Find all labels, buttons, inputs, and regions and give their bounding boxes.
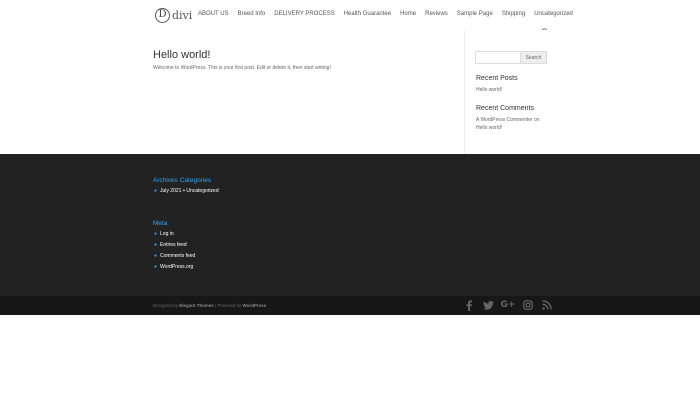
nav-item-shipping[interactable]: Shipping: [502, 11, 525, 17]
credit-prefix: Designed by: [153, 303, 179, 308]
recent-post-link[interactable]: Hello world!: [476, 87, 502, 93]
site-footer: [0, 154, 700, 296]
bullet-icon: ●: [154, 242, 158, 248]
archives-heading: Archives Categories: [153, 177, 212, 184]
meta-link-comments-feed[interactable]: Comments feed: [160, 253, 195, 259]
footer-credits: Designed by Elegant Themes | Powered by …: [153, 303, 266, 308]
meta-heading: Meta: [153, 220, 168, 227]
footer-bottom-bar: [0, 296, 700, 315]
nav-item-about-us[interactable]: ABOUT US: [198, 11, 229, 17]
instagram-icon[interactable]: [522, 299, 534, 311]
recent-comment: A WordPress Commenter on: [476, 117, 540, 123]
site-header: D divi ABOUT US Breed Info DELIVERY PROC…: [0, 0, 700, 30]
google-plus-icon[interactable]: G+: [501, 299, 516, 311]
bullet-icon: ●: [154, 264, 158, 270]
sidebar-search: Search: [475, 51, 547, 64]
logo-text: divi: [172, 8, 193, 22]
site-logo[interactable]: D divi: [155, 7, 192, 23]
bullet-icon: ●: [154, 231, 158, 237]
credit-mid: | Powered by: [215, 303, 242, 308]
nav-item-home[interactable]: Home: [400, 11, 416, 17]
meta-item: ● Log in: [154, 231, 174, 237]
meta-link-wordpress-org[interactable]: WordPress.org: [160, 264, 193, 270]
post-excerpt: Welcome to WordPress. This is your first…: [153, 65, 331, 71]
archive-count-separator: +: [182, 188, 186, 194]
main-content: [0, 30, 700, 154]
category-link[interactable]: Uncategorized: [186, 188, 218, 194]
search-input[interactable]: [475, 51, 521, 64]
twitter-icon[interactable]: [482, 299, 494, 311]
main-nav: ABOUT US Breed Info DELIVERY PROCESS Hea…: [198, 11, 573, 17]
bullet-icon: ●: [154, 253, 158, 259]
bullet-icon: ●: [154, 188, 158, 194]
meta-link-entries-feed[interactable]: Entries feed: [160, 242, 187, 248]
nav-item-delivery-process[interactable]: DELIVERY PROCESS: [274, 11, 334, 17]
archives-list: ● July 2021 + Uncategorized: [154, 188, 219, 194]
meta-link-login[interactable]: Log in: [160, 231, 174, 237]
recent-posts-heading: Recent Posts: [476, 75, 518, 82]
facebook-icon[interactable]: [463, 299, 475, 311]
sidebar-divider: [464, 30, 465, 154]
meta-item: ● Comments feed: [154, 253, 195, 259]
search-button[interactable]: Search: [521, 51, 547, 64]
nav-item-breed-info[interactable]: Breed Info: [238, 11, 266, 17]
nav-item-sample-page[interactable]: Sample Page: [457, 11, 493, 17]
comment-author[interactable]: A WordPress Commenter: [476, 117, 533, 123]
recent-comments-heading: Recent Comments: [476, 105, 534, 112]
rss-icon[interactable]: [541, 299, 553, 311]
comment-on: on: [533, 117, 540, 123]
meta-item: ● WordPress.org: [154, 264, 193, 270]
nav-item-uncategorized[interactable]: Uncategorized: [534, 11, 573, 17]
comment-post-link[interactable]: Hello world!: [476, 125, 502, 131]
archive-link[interactable]: July 2021: [160, 188, 181, 194]
meta-item: ● Entries feed: [154, 242, 187, 248]
credit-theme-link[interactable]: Elegant Themes: [179, 303, 214, 308]
social-icons: G+: [463, 299, 553, 311]
nav-item-health-guarantee[interactable]: Health Guarantee: [344, 11, 391, 17]
post-title[interactable]: Hello world!: [153, 49, 210, 61]
logo-mark: D: [155, 7, 170, 23]
nav-item-reviews[interactable]: Reviews: [425, 11, 448, 17]
credit-wordpress-link[interactable]: WordPress: [243, 303, 267, 308]
